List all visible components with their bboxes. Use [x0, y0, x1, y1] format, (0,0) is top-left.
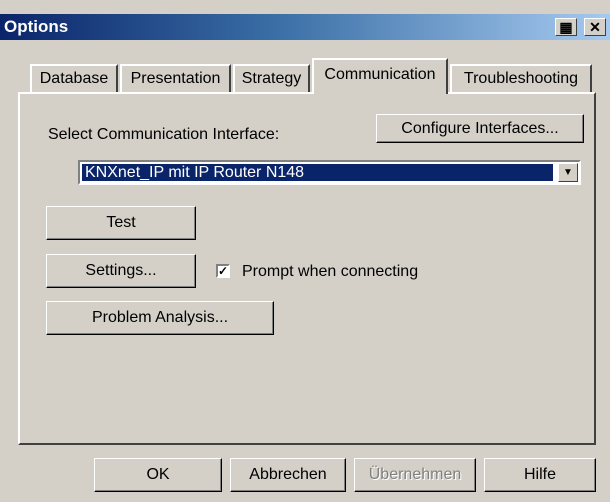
select-interface-label: Select Communication Interface:	[48, 126, 280, 143]
tab-label: Presentation	[130, 70, 221, 87]
problem-analysis-button[interactable]: Problem Analysis...	[46, 301, 274, 335]
options-dialog: Options ▦ ✕ Database Presentation Strate…	[0, 0, 610, 502]
prompt-checkbox-label[interactable]: Prompt when connecting	[242, 263, 418, 281]
tab-troubleshooting[interactable]: Troubleshooting	[450, 64, 592, 92]
tab-label: Troubleshooting	[463, 70, 579, 87]
tab-communication[interactable]: Communication	[312, 58, 448, 94]
settings-button[interactable]: Settings...	[46, 254, 196, 288]
apply-button[interactable]: Übernehmen	[354, 458, 476, 492]
prompt-checkbox[interactable]: ✓	[216, 264, 230, 278]
tab-label: Communication	[324, 66, 436, 83]
tab-strategy[interactable]: Strategy	[233, 64, 310, 92]
close-icon: ✕	[589, 19, 601, 35]
help-button[interactable]: ▦	[555, 18, 577, 36]
dropdown-arrow-button[interactable]: ▼	[558, 163, 578, 182]
configure-interfaces-button[interactable]: Configure Interfaces...	[376, 114, 584, 143]
window-title: Options	[4, 17, 69, 36]
help-icon: ▦	[559, 19, 573, 35]
interface-select-value: KNXnet_IP mit IP Router N148	[82, 164, 553, 181]
close-button[interactable]: ✕	[584, 18, 606, 36]
ok-button[interactable]: OK	[94, 458, 222, 492]
tab-database[interactable]: Database	[30, 64, 118, 92]
test-button[interactable]: Test	[46, 206, 196, 240]
tab-presentation[interactable]: Presentation	[120, 64, 231, 92]
tab-label: Database	[39, 70, 109, 87]
tab-label: Strategy	[241, 70, 302, 87]
cancel-button[interactable]: Abbrechen	[230, 458, 346, 492]
title-bar[interactable]: Options ▦ ✕	[0, 14, 610, 40]
checkmark-icon: ✓	[218, 264, 229, 278]
interface-select[interactable]: KNXnet_IP mit IP Router N148 ▼	[78, 160, 581, 185]
chevron-down-icon: ▼	[563, 167, 573, 178]
help-footer-button[interactable]: Hilfe	[484, 458, 596, 492]
